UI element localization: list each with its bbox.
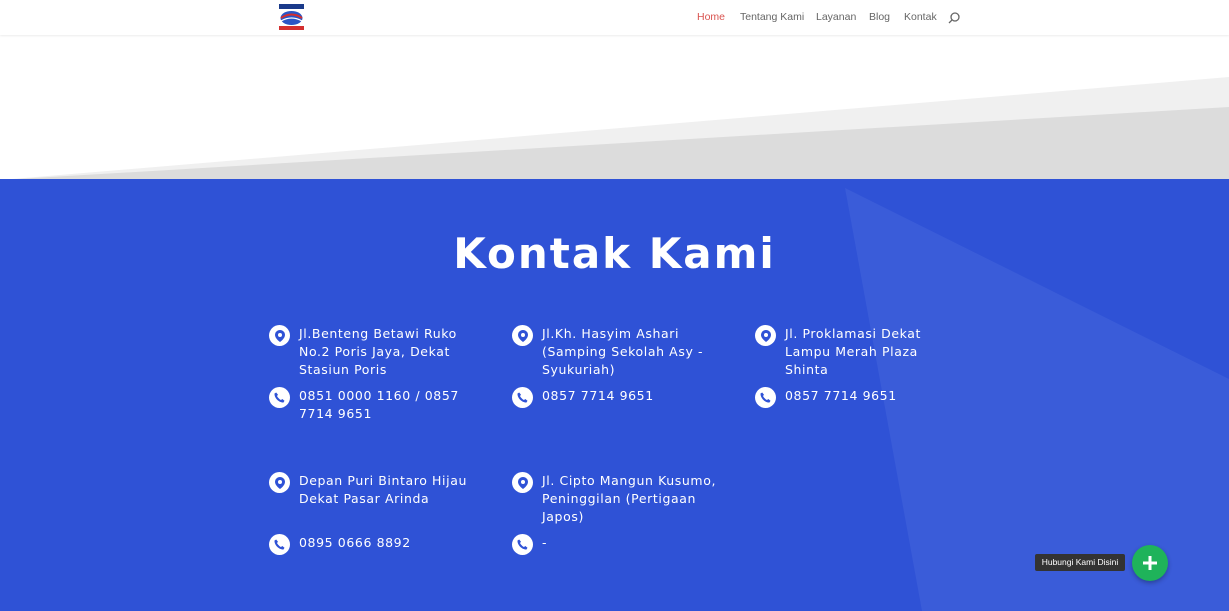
address-item-2: Jl.Kh. Hasyim Ashari (Samping Sekolah As… [512, 325, 717, 379]
address-text: Jl.Benteng Betawi Ruko No.2 Poris Jaya, … [299, 326, 457, 377]
phone-icon [512, 387, 533, 408]
location-pin-icon [512, 325, 533, 346]
phone-item-2: 0857 7714 9651 [512, 387, 717, 408]
phone-icon [269, 387, 290, 408]
address-text: Jl. Proklamasi Dekat Lampu Merah Plaza S… [785, 326, 921, 377]
phone-text[interactable]: 0851 0000 1160 / 0857 7714 9651 [299, 387, 484, 423]
nav-layanan[interactable]: Layanan [816, 11, 856, 23]
phone-item-1: 0851 0000 1160 / 0857 7714 9651 [269, 387, 484, 423]
nav-kontak[interactable]: Kontak [904, 11, 937, 23]
phone-item-5: - [512, 534, 717, 555]
hero-decoration [0, 35, 1229, 180]
address-text: Depan Puri Bintaro Hijau Dekat Pasar Ari… [299, 473, 467, 506]
phone-icon [269, 534, 290, 555]
site-header: Home Tentang Kami Layanan Blog Kontak [0, 0, 1229, 35]
phone-text[interactable]: 0895 0666 8892 [299, 534, 474, 552]
phone-item-4: 0895 0666 8892 [269, 534, 474, 555]
location-pin-icon [755, 325, 776, 346]
address-item-4: Depan Puri Bintaro Hijau Dekat Pasar Ari… [269, 472, 477, 508]
plus-icon [1143, 556, 1157, 570]
address-item-1: Jl.Benteng Betawi Ruko No.2 Poris Jaya, … [269, 325, 474, 379]
section-title: Kontak Kami [453, 229, 776, 278]
phone-text[interactable]: - [542, 534, 717, 552]
phone-item-3: 0857 7714 9651 [755, 387, 960, 408]
address-item-5: Jl. Cipto Mangun Kusumo, Peninggilan (Pe… [512, 472, 717, 526]
phone-icon [512, 534, 533, 555]
nav-tentang-kami[interactable]: Tentang Kami [740, 11, 804, 23]
phone-text[interactable]: 0857 7714 9651 [542, 387, 717, 405]
location-pin-icon [269, 325, 290, 346]
location-pin-icon [269, 472, 290, 493]
company-logo[interactable] [276, 3, 307, 32]
chat-label[interactable]: Hubungi Kami Disini [1035, 554, 1125, 571]
nav-home[interactable]: Home [697, 11, 725, 23]
phone-text[interactable]: 0857 7714 9651 [785, 387, 960, 405]
chat-button[interactable] [1132, 545, 1168, 581]
address-text: Jl. Cipto Mangun Kusumo, Peninggilan (Pe… [542, 473, 717, 524]
address-text: Jl.Kh. Hasyim Ashari (Samping Sekolah As… [542, 326, 704, 377]
search-icon[interactable] [948, 12, 960, 24]
address-item-3: Jl. Proklamasi Dekat Lampu Merah Plaza S… [755, 325, 960, 379]
nav-blog[interactable]: Blog [869, 11, 890, 23]
location-pin-icon [512, 472, 533, 493]
contact-section: Kontak Kami Jl.Benteng Betawi Ruko No.2 … [0, 179, 1229, 611]
phone-icon [755, 387, 776, 408]
